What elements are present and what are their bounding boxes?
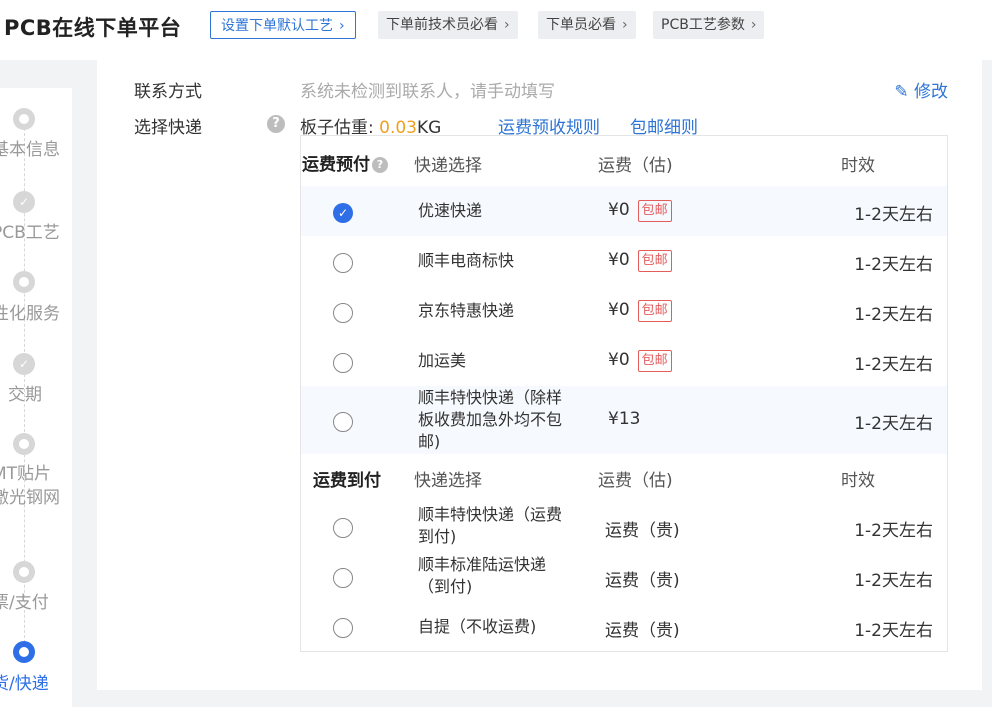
fee: ¥0 包邮	[608, 300, 672, 322]
order-guide-link[interactable]: 下单员必看 ›	[538, 11, 636, 39]
radio[interactable]	[333, 353, 353, 373]
order-guide-label: 下单员必看	[546, 17, 616, 33]
chevron-right-icon: ›	[504, 17, 510, 33]
courier-name: 顺丰电商标快	[418, 251, 515, 270]
cod-section-title: 运费到付	[313, 471, 381, 491]
courier-name: 优速快递	[418, 201, 483, 220]
table-row[interactable]: 顺丰电商标快 ¥0 包邮 1-2天左右	[301, 236, 947, 286]
delivery-time: 1-2天左右	[854, 355, 933, 375]
app-title: PCB在线下单平台	[4, 16, 182, 40]
table-row[interactable]: 京东特惠快递 ¥0 包邮 1-2天左右	[301, 286, 947, 336]
free-shipping-badge: 包邮	[637, 350, 672, 372]
step-label: 交期	[8, 385, 42, 405]
courier-name: 顺丰特快快递（运费到付)	[418, 505, 563, 546]
fee-value: ¥13	[608, 409, 641, 429]
col-fee: 运费（估)	[598, 156, 673, 176]
step-label: 票/支付	[0, 593, 49, 613]
table-row[interactable]: 顺丰特快快递（运费到付) 运费（贵) 1-2天左右	[301, 502, 947, 552]
fee: ¥0 包邮	[608, 350, 672, 372]
prepaid-section-title: 运费预付?	[302, 150, 388, 175]
table-row[interactable]: 顺丰标准陆运快递 （到付) 运费（贵) 1-2天左右	[301, 552, 947, 602]
chevron-right-icon: ›	[622, 17, 628, 33]
help-icon[interactable]: ?	[372, 157, 388, 173]
step-done-icon: ✓	[13, 191, 35, 213]
fee-value: ¥0	[608, 200, 630, 220]
step-dot	[13, 108, 35, 130]
delivery-time: 1-2天左右	[854, 621, 933, 641]
step-label: PCB工艺	[0, 223, 60, 243]
help-icon[interactable]: ?	[267, 115, 285, 133]
delivery-time: 1-2天左右	[854, 305, 933, 325]
radio[interactable]	[333, 618, 353, 638]
tech-guide-link[interactable]: 下单前技术员必看 ›	[378, 11, 518, 39]
main-panel: 联系方式 系统未检测到联系人，请手动填写 ✎ 修改 选择快递 ? 板子估重: 0…	[97, 60, 982, 690]
courier-name: 京东特惠快递	[418, 301, 515, 320]
prepaid-title-text: 运费预付	[302, 155, 370, 175]
free-shipping-badge: 包邮	[637, 250, 672, 272]
set-default-process-label: 设置下单默认工艺	[221, 18, 333, 34]
delivery-time: 1-2天左右	[854, 521, 933, 541]
fee-value: ¥0	[608, 300, 630, 320]
col-fee: 运费（估)	[598, 471, 673, 491]
radio[interactable]	[333, 518, 353, 538]
step-dot	[13, 271, 35, 293]
radio[interactable]	[333, 303, 353, 323]
table-row[interactable]: 顺丰特快快递（除样板收费加急外均不包邮) ¥13 1-2天左右	[301, 386, 947, 454]
radio-checked[interactable]: ✓	[333, 203, 353, 223]
step-label: MT贴片	[0, 464, 52, 484]
free-shipping-badge: 包邮	[637, 300, 672, 322]
table-row[interactable]: 自提（不收运费) 运费（贵) 1-2天左右	[301, 602, 947, 652]
tech-guide-label: 下单前技术员必看	[386, 17, 498, 33]
courier-table: 运费预付? 快递选择 运费（估) 时效 ✓ 优速快递 ¥0 包邮 1-2天左右 顺…	[300, 135, 948, 652]
fee-value: ¥0	[608, 250, 630, 270]
col-time: 时效	[841, 471, 875, 491]
contact-value: 系统未检测到联系人，请手动填写	[300, 82, 555, 102]
set-default-process-button[interactable]: 设置下单默认工艺 ›	[210, 11, 356, 39]
delivery-time: 1-2天左右	[854, 571, 933, 591]
step-label: 基本信息	[0, 140, 60, 160]
courier-name: 加运美	[418, 351, 467, 370]
edit-contact-link[interactable]: ✎ 修改	[894, 77, 948, 102]
step-done-icon: ✓	[13, 353, 35, 375]
fee-value: 运费（贵)	[605, 621, 680, 641]
table-row[interactable]: ✓ 优速快递 ¥0 包邮 1-2天左右	[301, 186, 947, 236]
chevron-right-icon: ›	[339, 18, 345, 34]
pcb-params-link[interactable]: PCB工艺参数 ›	[653, 11, 765, 39]
step-dot	[13, 561, 35, 583]
step-label-line2: 激光钢网	[0, 488, 60, 508]
courier-name: 顺丰特快快递（除样板收费加急外均不包邮)	[418, 388, 563, 451]
edit-label: 修改	[914, 82, 948, 102]
order-steps-sidebar: 基本信息 ✓ PCB工艺 性化服务 ✓ 交期 MT贴片 激光钢网 票/支付 货/…	[0, 88, 72, 707]
step-active-dot	[13, 641, 35, 663]
step-dot	[13, 433, 35, 455]
fee-value: 运费（贵)	[605, 521, 680, 541]
radio[interactable]	[333, 568, 353, 588]
delivery-time: 1-2天左右	[854, 205, 933, 225]
col-time: 时效	[841, 156, 875, 176]
fee: ¥0 包邮	[608, 200, 672, 222]
pcb-params-label: PCB工艺参数	[661, 17, 745, 33]
fee-value: 运费（贵)	[605, 571, 680, 591]
chevron-right-icon: ›	[750, 17, 757, 33]
fee-value: ¥0	[608, 350, 630, 370]
table-row[interactable]: 加运美 ¥0 包邮 1-2天左右	[301, 336, 947, 386]
radio[interactable]	[333, 412, 353, 432]
col-courier: 快递选择	[414, 471, 482, 491]
free-shipping-badge: 包邮	[637, 200, 672, 222]
col-courier: 快递选择	[414, 156, 482, 176]
delivery-time: 1-2天左右	[854, 255, 933, 275]
top-bar: PCB在线下单平台 设置下单默认工艺 › 下单前技术员必看 › 下单员必看 › PCB…	[0, 0, 992, 60]
fee: ¥0 包邮	[608, 250, 672, 272]
courier-name: 顺丰标准陆运快递 （到付)	[418, 555, 547, 596]
edit-pencil-icon: ✎	[894, 82, 909, 102]
shipping-label: 选择快递	[134, 118, 202, 138]
step-label: 性化服务	[0, 304, 60, 324]
radio[interactable]	[333, 253, 353, 273]
delivery-time: 1-2天左右	[854, 414, 933, 434]
contact-label: 联系方式	[134, 82, 202, 102]
courier-name: 自提（不收运费)	[418, 617, 537, 636]
step-label: 货/快递	[0, 674, 49, 694]
